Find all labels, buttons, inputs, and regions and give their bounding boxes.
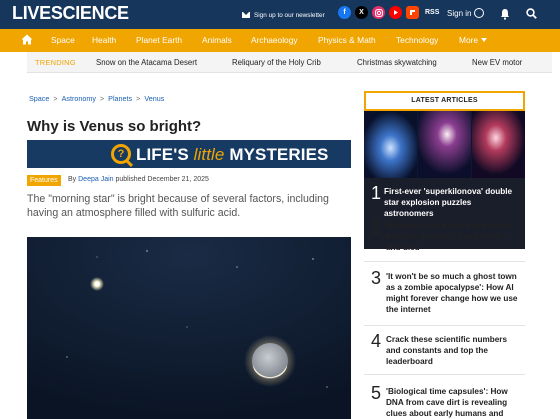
search-icon[interactable] [526, 8, 537, 19]
series-banner[interactable]: ? LIFE'S little MYSTERIES [27, 140, 351, 168]
breadcrumb: Space > Astronomy > Planets > Venus [29, 94, 164, 103]
latest-articles-heading: LATEST ARTICLES [364, 91, 525, 111]
divider [364, 261, 525, 262]
banner-word-little: little [193, 145, 225, 164]
trending-bar: TRENDING Snow on the Atacama Desert Reli… [27, 52, 552, 73]
nav-item-archaeology[interactable]: Archaeology [251, 35, 298, 46]
trending-item[interactable]: New EV motor [472, 58, 522, 67]
trending-label: TRENDING [35, 58, 76, 67]
article-description: The "morning star" is bright because of … [27, 193, 329, 219]
facebook-icon[interactable]: f [338, 6, 351, 19]
banner-word-lifes: LIFE'S [136, 145, 189, 164]
trending-item[interactable]: Reliquary of the Holy Crib [232, 58, 321, 67]
article-title[interactable]: 'It won't be so much a ghost town as a z… [386, 271, 521, 315]
nav-more-label: More [459, 35, 479, 45]
trending-item[interactable]: Christmas skywatching [357, 58, 437, 67]
banner-q-mark: ? [117, 148, 125, 160]
breadcrumb-separator: > [53, 94, 58, 103]
main-nav: Space Health Planet Earth Animals Archae… [0, 29, 560, 52]
breadcrumb-astronomy[interactable]: Astronomy [62, 94, 96, 103]
social-links: f X RSS [338, 6, 439, 19]
breadcrumb-space[interactable]: Space [29, 94, 49, 103]
user-icon [474, 8, 485, 18]
envelope-icon [242, 12, 250, 18]
site-logo[interactable]: LIVESCIENCE [12, 4, 129, 22]
divider [364, 325, 525, 326]
breadcrumb-planets[interactable]: Planets [108, 94, 132, 103]
breadcrumb-separator: > [136, 94, 141, 103]
bell-icon[interactable] [500, 8, 510, 20]
newsletter-label: Sign up to our newsletter [254, 11, 325, 19]
article-number: 2 [371, 217, 382, 237]
nav-item-health[interactable]: Health [92, 35, 116, 46]
article-number: 4 [371, 331, 382, 351]
question-mark-icon: ? [111, 144, 131, 164]
breadcrumb-venus[interactable]: Venus [144, 94, 164, 103]
nav-item-technology[interactable]: Technology [396, 35, 438, 46]
nav-item-planet-earth[interactable]: Planet Earth [136, 35, 182, 46]
banner-word-mysteries: MYSTERIES [229, 145, 329, 164]
article-title[interactable]: 'Biological time capsules': How DNA from… [386, 386, 521, 419]
nav-item-physics-math[interactable]: Physics & Math [318, 35, 376, 46]
trending-item[interactable]: Snow on the Atacama Desert [96, 58, 197, 67]
article-number: 1 [371, 183, 382, 203]
banner-title: LIFE'S little MYSTERIES [136, 145, 328, 165]
page-title: Why is Venus so bright? [27, 118, 202, 135]
nav-item-space[interactable]: Space [51, 35, 75, 46]
article-number: 5 [371, 383, 382, 403]
chevron-down-icon [481, 38, 488, 42]
category-tag[interactable]: Features [27, 175, 61, 186]
sign-in-label: Sign in [447, 8, 472, 18]
youtube-icon[interactable] [389, 6, 402, 19]
hero-image [27, 237, 351, 419]
x-icon[interactable]: X [355, 6, 368, 19]
top-header: LIVESCIENCE Sign up to our newsletter f … [0, 0, 560, 29]
article-title[interactable]: We now know much more about how our ance… [386, 220, 521, 253]
latest-articles: LATEST ARTICLES 1 First-ever 'superkilon… [364, 91, 525, 419]
home-icon[interactable] [21, 34, 33, 45]
byline-by: By [68, 176, 77, 183]
byline: By Deepa Jain published December 21, 202… [68, 176, 209, 183]
flipboard-icon[interactable] [406, 6, 419, 19]
article-number: 3 [371, 268, 382, 288]
sign-in-button[interactable]: Sign in [447, 8, 485, 18]
author-link[interactable]: Deepa Jain [78, 176, 113, 183]
publish-date: published December 21, 2025 [115, 176, 209, 183]
article-title[interactable]: Crack these scientific numbers and const… [386, 334, 521, 367]
breadcrumb-separator: > [99, 94, 105, 103]
night-sky-illustration [27, 237, 351, 419]
article-title[interactable]: First-ever 'superkilonova' double star e… [384, 186, 519, 219]
divider [364, 374, 525, 375]
rss-link[interactable]: RSS [425, 9, 439, 16]
nav-item-animals[interactable]: Animals [202, 35, 232, 46]
nav-more-button[interactable]: More [459, 35, 488, 46]
newsletter-link[interactable]: Sign up to our newsletter [242, 9, 325, 21]
instagram-icon[interactable] [372, 6, 385, 19]
